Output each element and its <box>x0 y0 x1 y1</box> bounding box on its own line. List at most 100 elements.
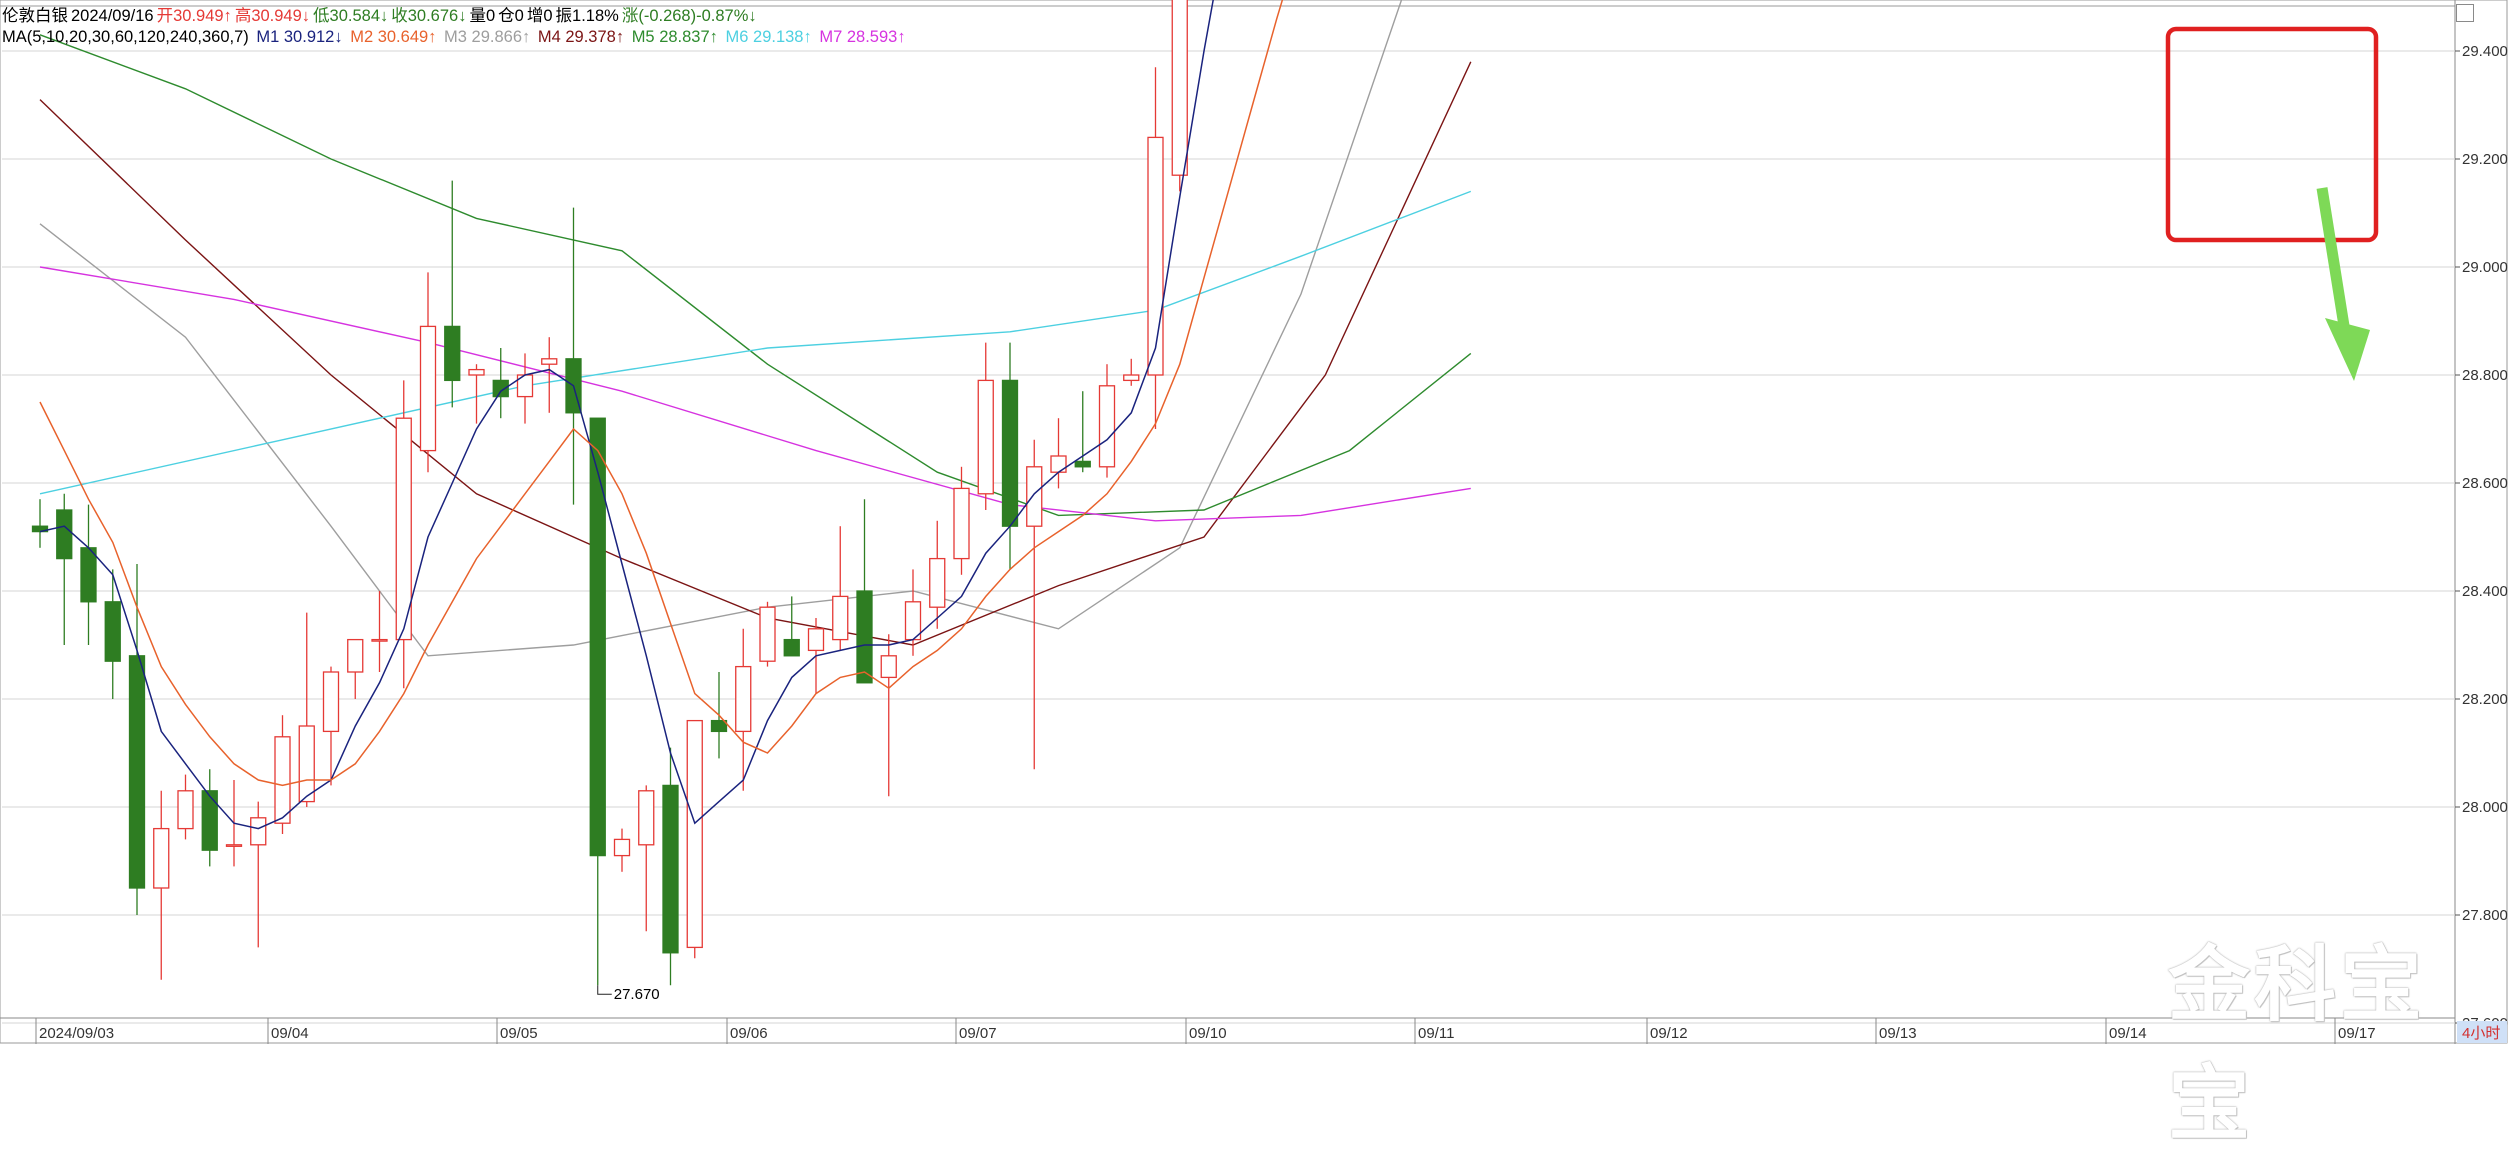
legend-close: 收30.676↓ <box>391 7 467 25</box>
moving-averages-long <box>39 0 1472 657</box>
candle <box>880 634 897 797</box>
candle-body-up <box>832 595 849 641</box>
candle <box>565 207 582 505</box>
candle <box>153 790 170 980</box>
ma-line-m1 <box>39 0 1214 830</box>
x-tick-label: 09/11 <box>1418 1025 1454 1042</box>
candlesticks <box>31 0 1188 986</box>
down-arrow-head <box>2325 318 2370 381</box>
y-tick-label: 29.200 <box>2462 151 2508 168</box>
candle <box>444 180 461 408</box>
candle-body-up <box>638 790 655 846</box>
x-tick-label: 09/14 <box>2109 1025 2147 1042</box>
legend-open: 开30.949↑ <box>156 7 232 25</box>
candle-body-down <box>56 509 73 560</box>
candle <box>662 747 679 986</box>
x-tick-label: 09/07 <box>959 1025 997 1042</box>
ma-label: MA(5,10,20,30,60,120,240,360,7) <box>2 28 249 46</box>
candle <box>371 591 388 672</box>
instrument-name: 伦敦白银 <box>2 7 68 25</box>
ma-legend: MA(5,10,20,30,60,120,240,360,7) M1 30.91… <box>2 27 909 47</box>
candle-body-up <box>347 638 364 673</box>
candle <box>589 417 606 986</box>
ohlc-legend: 伦敦白银 2024/09/16 开30.949↑ 高30.949↓ 低30.584↓ 收3… <box>2 6 760 26</box>
candle <box>347 638 364 699</box>
ma-item-m5: M5 28.837↑ <box>631 28 718 46</box>
legend-low: 低30.584↓ <box>313 7 389 25</box>
candle <box>250 801 267 948</box>
down-arrow-shaft <box>2316 187 2351 333</box>
candle-body-up <box>735 665 752 733</box>
candle <box>419 272 437 473</box>
candle <box>856 499 873 684</box>
low-marker <box>597 985 612 995</box>
candle <box>638 785 655 932</box>
candle-body-up <box>541 358 558 365</box>
candle <box>1001 342 1019 570</box>
candle-body-up <box>468 368 485 376</box>
x-tick-label: 2024/09/03 <box>39 1025 114 1042</box>
candle-body-down <box>444 325 461 382</box>
x-tick-label: 09/10 <box>1189 1025 1227 1042</box>
candle <box>1123 358 1140 386</box>
candle <box>468 364 485 424</box>
candle-body-up <box>759 606 776 662</box>
ma-line-m3 <box>39 0 1403 657</box>
moving-averages-short <box>39 0 1284 830</box>
chart-frame <box>0 0 2508 1044</box>
candle <box>80 504 97 645</box>
candle <box>686 719 703 959</box>
candle-body-down <box>1074 460 1091 468</box>
candle-body-down <box>201 790 218 851</box>
candle-body-up <box>274 736 291 824</box>
ma-line-m6 <box>39 190 1472 495</box>
candle-body-up <box>1171 0 1188 176</box>
kline-chart: 27.60027.80028.00028.20028.40028.60028.8… <box>0 0 2508 1044</box>
ma-item-m2: M2 30.649↑ <box>350 28 437 46</box>
y-tick-label: 29.000 <box>2462 259 2508 276</box>
y-tick-label: 28.600 <box>2462 475 2508 492</box>
candle-body-up <box>977 379 994 495</box>
candle-body-up <box>1098 385 1116 468</box>
candle-body-up <box>322 671 340 733</box>
candle-body-up <box>880 655 897 679</box>
y-tick-label: 28.800 <box>2462 367 2508 384</box>
candle-body-up <box>177 790 194 830</box>
candle <box>613 828 631 872</box>
candle-body-down <box>710 719 728 733</box>
legend-volume: 量0 <box>469 7 496 25</box>
candle <box>56 493 73 645</box>
candle <box>492 348 509 419</box>
x-tick-label: 09/04 <box>271 1025 309 1042</box>
y-tick-label: 28.000 <box>2462 799 2508 816</box>
annotations: 27.67031.08930.676 <box>597 26 2379 1003</box>
grid-lines <box>0 0 2508 1044</box>
candle <box>516 353 534 424</box>
candle-body-down <box>856 590 873 684</box>
candle-body-up <box>1123 374 1140 382</box>
candle <box>128 564 146 915</box>
candle-body-down <box>128 655 146 889</box>
candle-body-down <box>783 638 800 657</box>
candle-body-up <box>298 725 315 803</box>
window-control[interactable] <box>2456 4 2474 22</box>
candle <box>177 774 194 840</box>
candle-body-up <box>686 719 703 949</box>
candle-body-down <box>1001 379 1019 527</box>
legend-change: 涨(-0.268)-0.87%↓ <box>621 7 757 25</box>
x-tick-label: 09/13 <box>1879 1025 1917 1042</box>
legend-high: 高30.949↓ <box>234 7 311 25</box>
highlight-box <box>2165 26 2379 243</box>
x-tick-label: 09/05 <box>500 1025 538 1042</box>
ma-line-m4 <box>39 61 1472 646</box>
x-tick-label: 09/06 <box>730 1025 768 1042</box>
ma-item-m1: M1 30.912↓ <box>256 28 343 46</box>
candle-body-up <box>953 487 970 560</box>
candle <box>832 526 849 651</box>
legend-position: 仓0 <box>498 7 524 25</box>
candle <box>298 612 315 807</box>
candle-body-up <box>1026 466 1043 527</box>
y-tick-label: 28.200 <box>2462 691 2508 708</box>
candle-body-up <box>1147 136 1164 376</box>
ma-line-m5 <box>39 34 1472 517</box>
